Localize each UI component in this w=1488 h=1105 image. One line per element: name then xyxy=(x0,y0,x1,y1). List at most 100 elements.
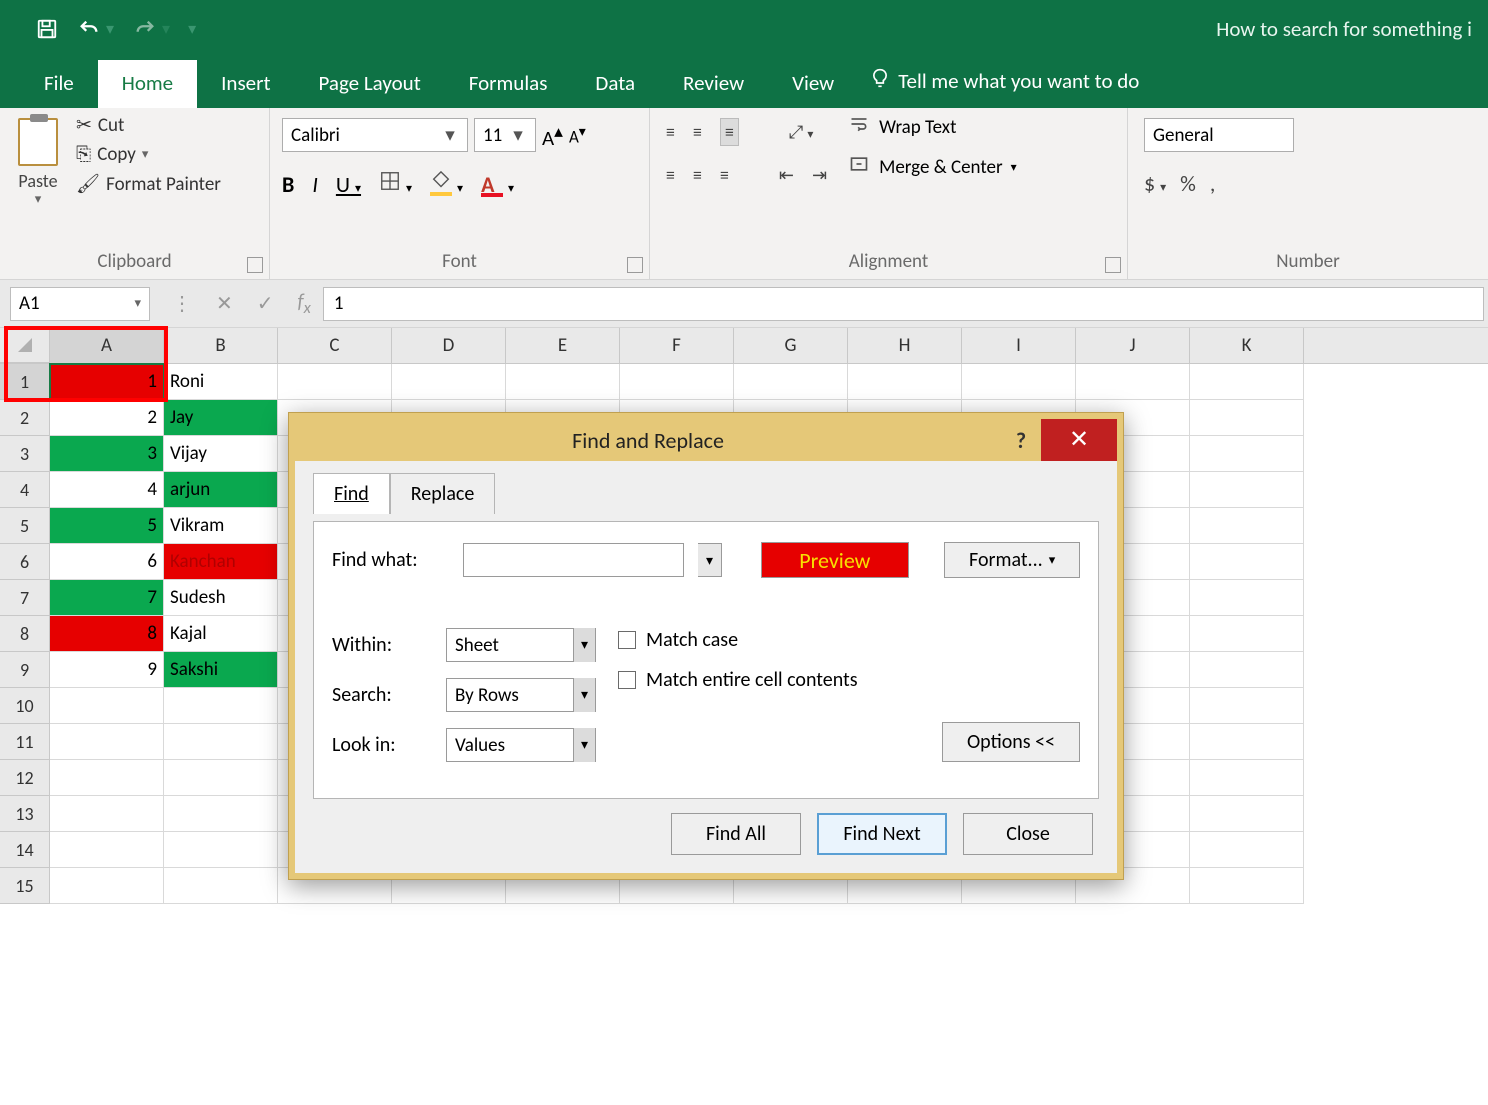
font-dialog-launcher[interactable] xyxy=(627,257,643,273)
close-button[interactable]: Close xyxy=(963,813,1093,855)
copy-button[interactable]: ⎘ Copy ▾ xyxy=(76,143,221,166)
cell[interactable]: 2 xyxy=(50,400,164,436)
cell[interactable]: 8 xyxy=(50,616,164,652)
cell[interactable] xyxy=(50,796,164,832)
col-header-I[interactable]: I xyxy=(962,328,1076,363)
row-header[interactable]: 12 xyxy=(0,760,50,796)
preview-button[interactable]: Preview xyxy=(761,542,909,578)
cut-button[interactable]: ✂ Cut xyxy=(76,114,221,137)
col-header-E[interactable]: E xyxy=(506,328,620,363)
search-select[interactable]: By Rows▾ xyxy=(446,678,596,712)
clipboard-dialog-launcher[interactable] xyxy=(247,257,263,273)
row-header[interactable]: 3 xyxy=(0,436,50,472)
cell[interactable] xyxy=(1190,652,1304,688)
cell[interactable] xyxy=(164,832,278,868)
cell[interactable]: 9 xyxy=(50,652,164,688)
increase-indent-icon[interactable]: ⇥ xyxy=(812,164,827,186)
cell[interactable] xyxy=(506,364,620,400)
col-header-K[interactable]: K xyxy=(1190,328,1304,363)
row-header[interactable]: 2 xyxy=(0,400,50,436)
cell[interactable] xyxy=(962,364,1076,400)
cell[interactable] xyxy=(164,796,278,832)
name-box[interactable]: A1 ▾ xyxy=(10,287,150,321)
tab-home[interactable]: Home xyxy=(98,60,197,108)
col-header-A[interactable]: A xyxy=(50,328,164,363)
cell[interactable] xyxy=(50,868,164,904)
col-header-H[interactable]: H xyxy=(848,328,962,363)
col-header-D[interactable]: D xyxy=(392,328,506,363)
cell[interactable] xyxy=(1190,508,1304,544)
formula-input[interactable]: 1 xyxy=(323,287,1484,321)
col-header-C[interactable]: C xyxy=(278,328,392,363)
cell[interactable] xyxy=(1190,400,1304,436)
row-header[interactable]: 5 xyxy=(0,508,50,544)
cell[interactable] xyxy=(164,760,278,796)
col-header-F[interactable]: F xyxy=(620,328,734,363)
align-top-icon[interactable]: ≡ xyxy=(666,121,675,143)
decrease-indent-icon[interactable]: ⇤ xyxy=(779,164,794,186)
number-format-select[interactable]: General xyxy=(1144,118,1294,152)
tab-replace[interactable]: Replace xyxy=(390,473,496,514)
tab-find[interactable]: Find xyxy=(313,473,390,514)
wrap-text-button[interactable]: Wrap Text xyxy=(847,114,1017,140)
cell[interactable] xyxy=(734,364,848,400)
row-header[interactable]: 7 xyxy=(0,580,50,616)
align-right-icon[interactable]: ≡ xyxy=(720,164,729,186)
within-select[interactable]: Sheet▾ xyxy=(446,628,596,662)
tab-review[interactable]: Review xyxy=(659,60,768,108)
row-header[interactable]: 13 xyxy=(0,796,50,832)
cell[interactable] xyxy=(1190,364,1304,400)
col-header-G[interactable]: G xyxy=(734,328,848,363)
cell[interactable] xyxy=(1190,580,1304,616)
cell[interactable] xyxy=(50,832,164,868)
cell[interactable] xyxy=(1190,724,1304,760)
row-header[interactable]: 8 xyxy=(0,616,50,652)
close-icon[interactable]: ✕ xyxy=(1041,419,1117,461)
options-button[interactable]: Options << xyxy=(942,722,1080,762)
find-next-button[interactable]: Find Next xyxy=(817,813,947,855)
cell[interactable] xyxy=(848,364,962,400)
cell[interactable] xyxy=(1190,688,1304,724)
borders-button[interactable]: ▾ xyxy=(379,170,412,198)
find-what-dropdown[interactable]: ▾ xyxy=(698,543,722,577)
row-header[interactable]: 6 xyxy=(0,544,50,580)
cell[interactable]: arjun xyxy=(164,472,278,508)
save-icon[interactable] xyxy=(36,18,58,40)
cell[interactable] xyxy=(1190,544,1304,580)
qat-customize-icon[interactable]: ▾ xyxy=(188,19,196,39)
tell-me[interactable]: Tell me what you want to do xyxy=(858,56,1151,108)
italic-button[interactable]: I xyxy=(312,171,318,198)
cell[interactable]: Sakshi xyxy=(164,652,278,688)
font-name-select[interactable]: Calibri▾ xyxy=(282,118,468,152)
cell[interactable] xyxy=(620,364,734,400)
align-center-icon[interactable]: ≡ xyxy=(693,164,702,186)
tab-page-layout[interactable]: Page Layout xyxy=(294,60,444,108)
cell[interactable]: 4 xyxy=(50,472,164,508)
increase-font-icon[interactable]: A▴ xyxy=(542,120,563,151)
row-header[interactable]: 9 xyxy=(0,652,50,688)
help-button[interactable]: ? xyxy=(1001,427,1041,454)
cell[interactable] xyxy=(1190,616,1304,652)
row-header[interactable]: 4 xyxy=(0,472,50,508)
format-button[interactable]: Format...▾ xyxy=(944,542,1080,578)
row-header[interactable]: 15 xyxy=(0,868,50,904)
cell[interactable]: 5 xyxy=(50,508,164,544)
col-header-B[interactable]: B xyxy=(164,328,278,363)
cell[interactable] xyxy=(392,364,506,400)
cancel-formula-icon[interactable]: ✕ xyxy=(216,291,233,316)
tab-insert[interactable]: Insert xyxy=(197,60,294,108)
match-case-checkbox[interactable] xyxy=(618,631,636,649)
row-header[interactable]: 10 xyxy=(0,688,50,724)
find-what-input[interactable] xyxy=(463,543,684,577)
cell[interactable] xyxy=(1190,796,1304,832)
font-size-select[interactable]: 11▾ xyxy=(474,118,536,152)
font-color-button[interactable]: A ▾ xyxy=(481,171,514,198)
cell[interactable] xyxy=(50,724,164,760)
cell[interactable] xyxy=(278,364,392,400)
cell[interactable] xyxy=(50,760,164,796)
align-middle-icon[interactable]: ≡ xyxy=(693,121,702,143)
redo-icon[interactable]: ▾ xyxy=(132,18,170,40)
cell[interactable] xyxy=(164,688,278,724)
currency-button[interactable]: $ ▾ xyxy=(1144,170,1166,197)
cell[interactable] xyxy=(50,688,164,724)
